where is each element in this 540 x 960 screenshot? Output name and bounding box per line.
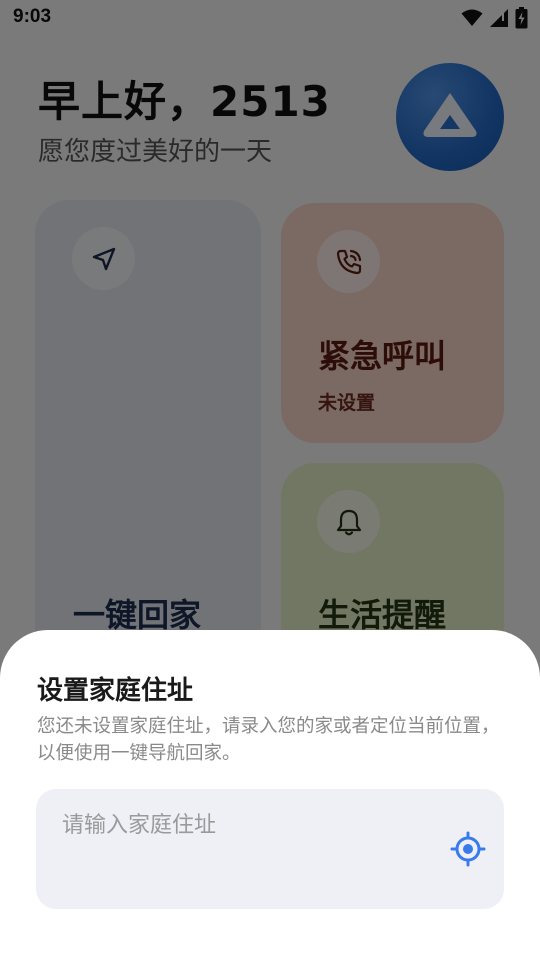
- address-input-box[interactable]: [36, 789, 504, 909]
- locate-icon: [450, 831, 486, 867]
- sheet-description: 您还未设置家庭住址，请录入您的家或者定位当前位置，以便使用一键导航回家。: [37, 716, 500, 764]
- locate-button[interactable]: [448, 829, 488, 869]
- home-address-input[interactable]: [62, 813, 432, 838]
- sheet-title: 设置家庭住址: [37, 676, 194, 706]
- set-home-address-sheet: 设置家庭住址 您还未设置家庭住址，请录入您的家或者定位当前位置，以便使用一键导航…: [0, 630, 540, 960]
